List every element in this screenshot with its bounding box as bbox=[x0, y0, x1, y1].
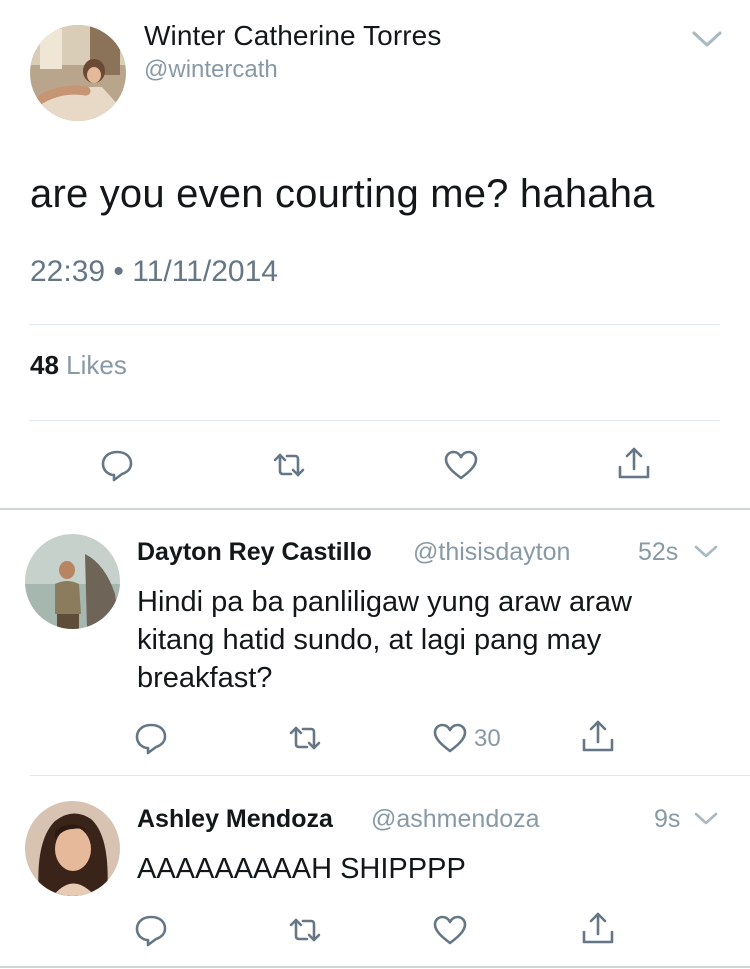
likes-summary[interactable]: 48 Likes bbox=[30, 350, 127, 381]
tweet-timestamp[interactable]: 22:39 • 11/11/2014 bbox=[30, 255, 278, 289]
reply-icon[interactable] bbox=[133, 720, 169, 756]
reply-text: AAAAAAAAAH SHIPPPP bbox=[137, 853, 466, 885]
bottom-divider bbox=[0, 966, 750, 968]
retweet-icon[interactable] bbox=[287, 720, 323, 756]
reply-author-name[interactable]: Dayton Rey Castillo bbox=[137, 538, 372, 567]
chevron-down-icon[interactable] bbox=[693, 810, 719, 828]
heart-icon[interactable] bbox=[443, 447, 479, 483]
heart-icon[interactable] bbox=[432, 912, 468, 948]
main-author-handle[interactable]: @wintercath bbox=[144, 56, 278, 84]
main-author-avatar[interactable] bbox=[30, 25, 126, 121]
reply-icon[interactable] bbox=[99, 447, 135, 483]
share-icon[interactable] bbox=[580, 718, 616, 754]
divider bbox=[30, 775, 750, 776]
share-icon[interactable] bbox=[616, 445, 652, 481]
chevron-down-icon[interactable] bbox=[690, 28, 724, 50]
retweet-icon[interactable] bbox=[287, 912, 323, 948]
share-icon[interactable] bbox=[580, 910, 616, 946]
likes-count: 48 bbox=[30, 350, 59, 380]
reply-like-count: 30 bbox=[474, 725, 501, 752]
likes-label: Likes bbox=[66, 350, 127, 380]
reply-time[interactable]: 9s bbox=[654, 805, 680, 834]
heart-icon[interactable] bbox=[432, 720, 468, 756]
tweet-text: are you even courting me? hahaha bbox=[30, 172, 655, 216]
divider bbox=[30, 420, 720, 421]
reply-author-handle[interactable]: @thisisdayton bbox=[413, 538, 570, 567]
reply-time[interactable]: 52s bbox=[638, 538, 678, 567]
reply-author-handle[interactable]: @ashmendoza bbox=[371, 805, 540, 834]
main-author-name[interactable]: Winter Catherine Torres bbox=[144, 20, 441, 52]
section-divider bbox=[0, 508, 750, 510]
chevron-down-icon[interactable] bbox=[693, 543, 719, 561]
reply-author-avatar[interactable] bbox=[25, 801, 120, 896]
reply-icon[interactable] bbox=[133, 912, 169, 948]
reply-author-avatar[interactable] bbox=[25, 534, 120, 629]
reply-author-name[interactable]: Ashley Mendoza bbox=[137, 805, 333, 834]
reply-text: Hindi pa ba panliligaw yung araw araw ki… bbox=[137, 586, 632, 694]
divider bbox=[30, 324, 720, 325]
retweet-icon[interactable] bbox=[271, 447, 307, 483]
